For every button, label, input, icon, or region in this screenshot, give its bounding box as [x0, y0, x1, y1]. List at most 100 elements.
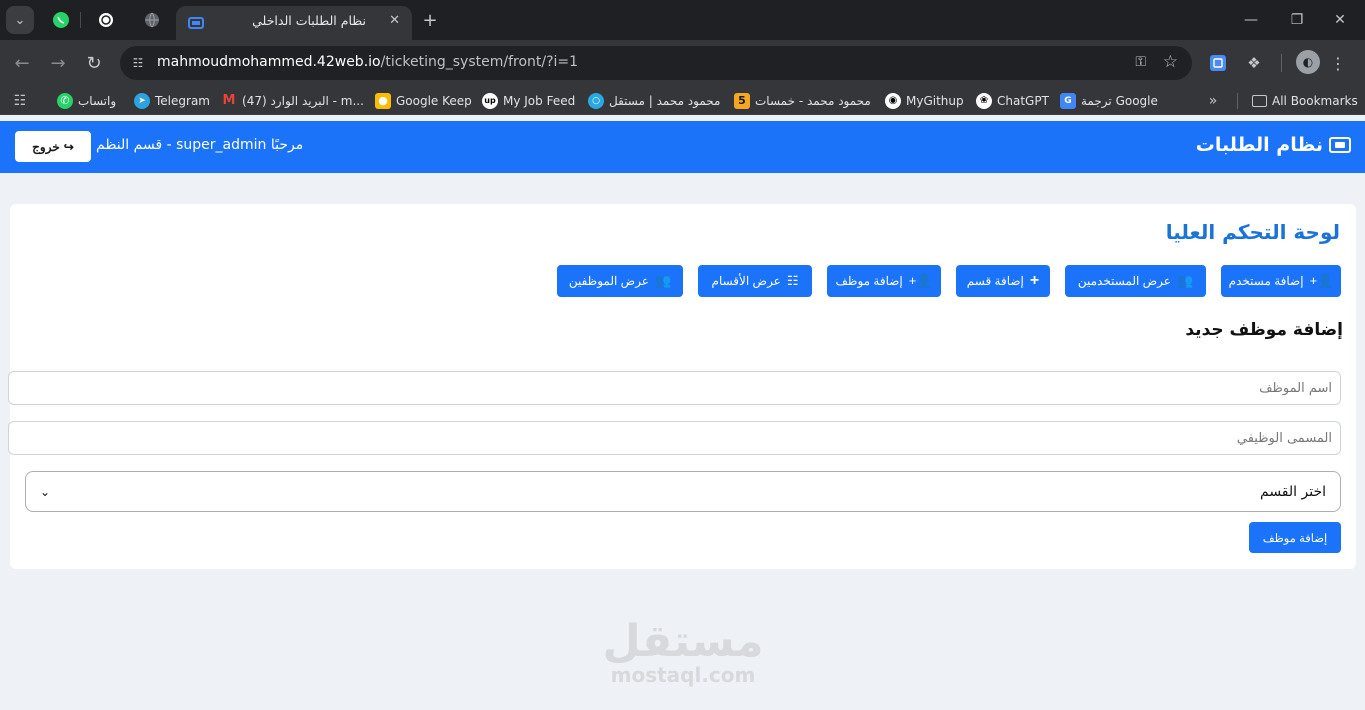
user-plus-icon: 👤+ — [908, 273, 933, 288]
chatgpt-icon — [99, 13, 113, 27]
browser-tabstrip: ⌄ نظام الطلبات الداخلي ✕ + — ❐ ✕ — [0, 0, 1365, 40]
sign-out-icon: ↪ — [63, 139, 74, 154]
ticket-icon — [188, 15, 204, 31]
star-icon[interactable]: ☆ — [1163, 52, 1178, 72]
bookmarks-overflow-button[interactable]: » — [1205, 90, 1221, 111]
whatsapp-icon: ✆ — [57, 92, 73, 109]
folder-icon — [1252, 94, 1267, 107]
chatgpt-icon: ❀ — [976, 92, 992, 109]
url-path: /ticketing_system/front/?i=1 — [380, 54, 579, 70]
bookmark-label: Google Keep — [396, 93, 472, 108]
key-icon[interactable]: ⚿ — [1135, 54, 1146, 70]
button-label: إضافة مستخدم — [1228, 274, 1304, 288]
bookmark-label: My Job Feed — [503, 93, 576, 108]
github-icon: ◉ — [885, 92, 901, 109]
plus-icon: + — [1029, 272, 1040, 289]
department-select-value: اختر القسم — [1260, 483, 1326, 500]
bookmark-telegram[interactable]: ➤ Telegram — [134, 90, 210, 111]
chrome-menu-button[interactable]: ⋮ — [1325, 50, 1351, 76]
toolbar-divider — [1281, 54, 1282, 72]
more-vertical-icon: ⋮ — [1330, 53, 1346, 73]
apps-button[interactable]: ☷ — [12, 90, 28, 111]
watermark-latin: mostaql.com — [610, 663, 756, 687]
active-tab[interactable]: نظام الطلبات الداخلي ✕ — [176, 6, 412, 40]
add-department-button[interactable]: + إضافة قسم — [956, 265, 1050, 297]
sitemap-icon: ☷ — [786, 273, 799, 288]
bookmark-label: Telegram — [155, 93, 210, 108]
arrow-left-icon: ← — [14, 52, 30, 74]
watermark-arabic: مستقل — [602, 616, 764, 667]
bookmark-google-translate[interactable]: G ترجمة Google — [1060, 90, 1158, 111]
url-text: mahmoudmohammed.42web.io/ticketing_syste… — [157, 54, 578, 70]
plus-icon: + — [422, 9, 438, 31]
ticket-icon — [1329, 137, 1351, 153]
button-label: عرض المستخدمين — [1077, 274, 1171, 288]
bookmark-khamsat[interactable]: 5 محمود محمد - خمسات — [734, 90, 871, 111]
logout-label: خروج — [32, 139, 60, 154]
add-employee-button[interactable]: 👤+ إضافة موظف — [827, 265, 941, 297]
bookmark-chatgpt[interactable]: ❀ ChatGPT — [976, 90, 1049, 111]
url-host: mahmoudmohammed.42web.io — [157, 54, 381, 70]
pinned-tab-whatsapp[interactable] — [49, 8, 73, 32]
bookmark-label: ChatGPT — [997, 93, 1049, 108]
address-bar[interactable]: ☷ mahmoudmohammed.42web.io/ticketing_sys… — [120, 46, 1192, 80]
all-bookmarks-label: All Bookmarks — [1272, 93, 1358, 108]
restore-icon: ❐ — [1290, 12, 1304, 28]
page-title: لوحة التحكم العليا — [1165, 220, 1340, 244]
minimize-icon: — — [1244, 12, 1258, 28]
view-employees-button[interactable]: 👥 عرض الموظفين — [557, 265, 683, 297]
window-close-button[interactable]: ✕ — [1320, 6, 1360, 34]
whatsapp-icon — [53, 12, 69, 28]
mostaql-watermark: مستقل mostaql.com — [598, 620, 768, 710]
users-icon: 👥 — [1176, 273, 1194, 288]
tab-title: نظام الطلبات الداخلي — [252, 13, 366, 28]
bookmark-label: محمود محمد - خمسات — [755, 93, 871, 108]
logout-button[interactable]: ↪ خروج — [15, 131, 91, 162]
minimize-button[interactable]: — — [1231, 6, 1271, 34]
profile-avatar[interactable]: ◐ — [1296, 50, 1320, 74]
bookmark-gmail[interactable]: M البريد الوارد (47) - m... — [221, 90, 364, 111]
users-icon: 👥 — [654, 273, 672, 288]
button-label: إضافة قسم — [966, 274, 1024, 288]
translate-icon: G — [1060, 92, 1076, 109]
tab-search-button[interactable]: ⌄ — [6, 6, 34, 34]
avatar-icon: ◐ — [1302, 55, 1314, 69]
reload-button[interactable]: ↻ — [79, 48, 109, 78]
upwork-icon: up — [482, 92, 498, 109]
pinned-tab-globe[interactable] — [140, 8, 164, 32]
keep-icon: ● — [375, 92, 391, 109]
app-brand[interactable]: نظام الطلبات — [1196, 134, 1351, 156]
chevron-down-icon: ⌄ — [14, 12, 26, 28]
extensions-button[interactable]: ❖ — [1241, 50, 1267, 76]
job-title-input[interactable] — [8, 421, 1341, 455]
employee-name-input[interactable] — [8, 371, 1341, 405]
add-user-button[interactable]: 👤+ إضافة مستخدم — [1221, 265, 1341, 297]
bookmark-whatsapp[interactable]: ✆ واتساب — [57, 90, 116, 111]
view-users-button[interactable]: 👥 عرض المستخدمين — [1065, 265, 1206, 297]
restore-button[interactable]: ❐ — [1277, 6, 1317, 34]
mostaql-icon: ○ — [588, 92, 604, 109]
back-button[interactable]: ← — [7, 48, 37, 78]
globe-icon — [145, 12, 159, 28]
new-tab-button[interactable]: + — [418, 8, 442, 32]
pinned-tab-chatgpt[interactable] — [94, 8, 118, 32]
site-settings-icon[interactable]: ☷ — [128, 53, 148, 73]
all-bookmarks-button[interactable]: All Bookmarks — [1252, 90, 1358, 111]
view-departments-button[interactable]: ☷ عرض الأقسام — [698, 265, 812, 297]
chevron-down-icon: ⌄ — [40, 484, 51, 499]
bookmark-github[interactable]: ◉ MyGithup — [885, 90, 964, 111]
bookmark-label: واتساب — [78, 93, 117, 108]
forward-button[interactable]: → — [43, 48, 73, 78]
bookmark-google-keep[interactable]: ● Google Keep — [375, 90, 472, 111]
extension-translate[interactable] — [1205, 50, 1231, 76]
button-label: عرض الأقسام — [711, 274, 781, 288]
bookmark-job-feed[interactable]: up My Job Feed — [482, 90, 575, 111]
department-select[interactable]: اختر القسم ⌄ — [25, 471, 1341, 512]
submit-employee-button[interactable]: إضافة موظف — [1249, 522, 1341, 553]
chevron-double-right-icon: » — [1208, 92, 1218, 109]
bookmark-mostaql[interactable]: ○ محمود محمد | مستقل — [588, 90, 720, 111]
tab-divider — [80, 12, 81, 28]
welcome-text: مرحبًا super_admin - قسم النظم — [96, 137, 304, 153]
close-icon[interactable]: ✕ — [389, 13, 400, 28]
app-navbar: نظام الطلبات مرحبًا super_admin - قسم ال… — [0, 121, 1365, 173]
